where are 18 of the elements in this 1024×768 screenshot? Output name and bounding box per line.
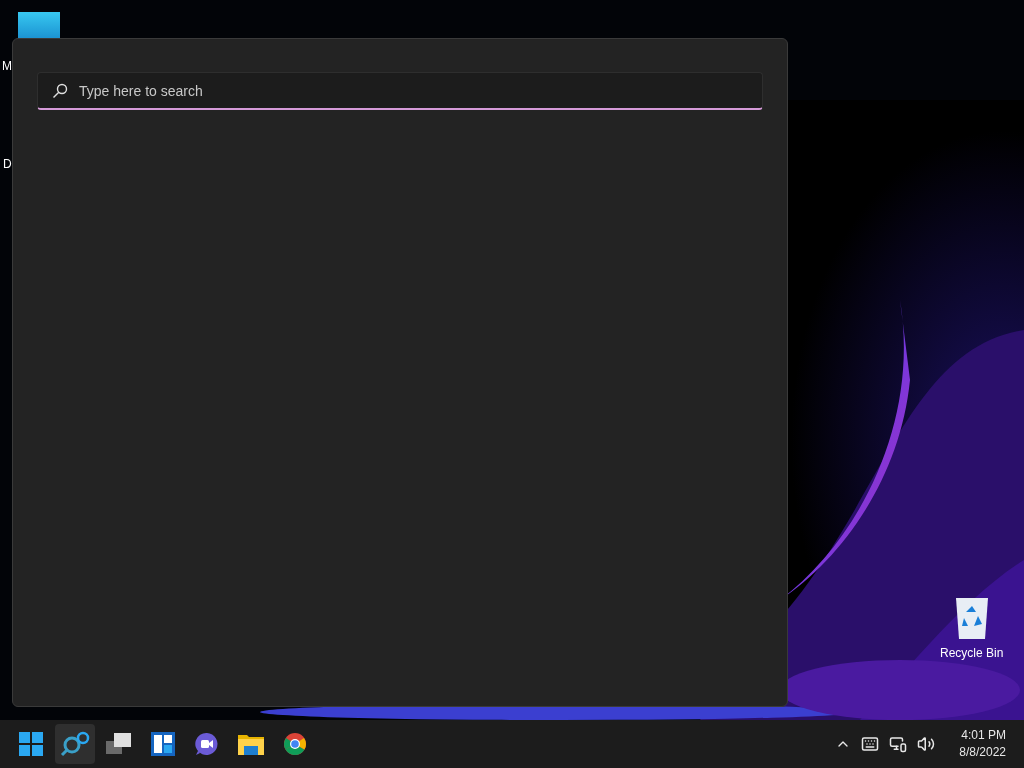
folder-icon bbox=[238, 733, 264, 755]
video-chat-icon bbox=[195, 732, 219, 756]
keyboard-icon[interactable] bbox=[861, 735, 880, 753]
search-icon bbox=[60, 731, 90, 757]
volume-icon[interactable] bbox=[917, 735, 936, 753]
clock-time[interactable]: 4:01 PM bbox=[961, 727, 1006, 744]
clock-date[interactable]: 8/8/2022 bbox=[959, 744, 1006, 761]
desktop-icon-label: D bbox=[3, 156, 12, 173]
app-icon[interactable] bbox=[18, 12, 60, 40]
widgets-icon bbox=[151, 732, 175, 756]
search-field[interactable]: Type here to search bbox=[37, 72, 763, 110]
search-icon bbox=[52, 83, 68, 99]
windows-logo-icon bbox=[19, 732, 43, 756]
network-icon[interactable] bbox=[889, 735, 908, 753]
task-view-icon bbox=[106, 733, 132, 755]
desktop-icon-label[interactable]: Recycle Bin bbox=[940, 644, 1004, 662]
desktop-icon-label: M bbox=[2, 58, 12, 75]
browser-icon bbox=[283, 732, 307, 756]
